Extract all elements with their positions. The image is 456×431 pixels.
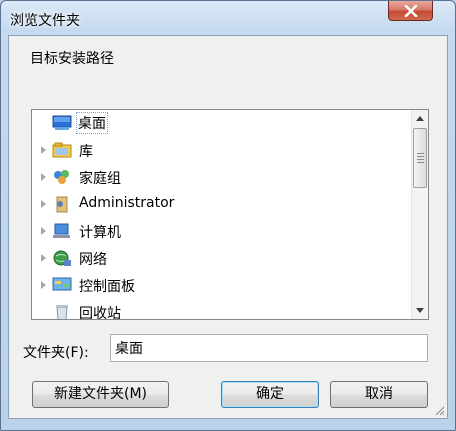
- tree-item-label: 桌面: [76, 112, 108, 134]
- resize-grip-icon[interactable]: [433, 404, 445, 416]
- control-panel-icon: [52, 276, 72, 294]
- expand-arrow-icon[interactable]: [41, 281, 46, 289]
- tree-item-libraries[interactable]: 库: [32, 137, 408, 164]
- tree-item-computer[interactable]: 计算机: [32, 218, 408, 245]
- expand-arrow-icon[interactable]: [41, 254, 46, 262]
- tree-item-label: 家庭组: [79, 171, 121, 187]
- desktop-icon: [52, 114, 72, 132]
- grip-line: [417, 159, 424, 160]
- tree-item-desktop[interactable]: 桌面: [32, 110, 408, 137]
- tree-item-label: 控制面板: [79, 279, 135, 295]
- browse-folder-dialog: 浏览文件夹 目标安装路径 桌面 库 家庭组 Administrator 计算机 …: [0, 0, 456, 431]
- computer-icon: [52, 222, 72, 240]
- folder-input[interactable]: 桌面: [110, 334, 428, 362]
- folder-tree[interactable]: 桌面 库 家庭组 Administrator 计算机 网络 控制面板 回收站: [31, 109, 429, 320]
- scroll-down-icon[interactable]: [416, 308, 424, 313]
- tree-item-recycle-bin[interactable]: 回收站: [32, 299, 408, 320]
- user-folder-icon: [52, 195, 72, 213]
- expand-arrow-icon[interactable]: [41, 146, 46, 154]
- recycle-bin-icon: [52, 303, 72, 319]
- scrollbar-thumb[interactable]: [413, 128, 427, 188]
- scroll-up-icon[interactable]: [416, 116, 424, 121]
- tree-item-homegroup[interactable]: 家庭组: [32, 164, 408, 191]
- tree-item-label: 网络: [79, 252, 107, 268]
- grip-line: [417, 153, 424, 154]
- grip-line: [417, 156, 424, 157]
- vertical-scrollbar[interactable]: [411, 110, 428, 319]
- close-button[interactable]: [388, 1, 433, 21]
- network-icon: [52, 249, 72, 267]
- cancel-button[interactable]: 取消: [330, 381, 428, 408]
- homegroup-icon: [52, 168, 72, 186]
- title-bar[interactable]: 浏览文件夹: [1, 1, 455, 35]
- tree-item-label: Administrator: [79, 195, 175, 211]
- ok-button[interactable]: 确定: [221, 381, 319, 408]
- expand-arrow-icon[interactable]: [41, 227, 46, 235]
- tree-item-network[interactable]: 网络: [32, 245, 408, 272]
- folder-label: 文件夹(F):: [23, 345, 89, 361]
- tree-item-administrator[interactable]: Administrator: [32, 191, 408, 218]
- expand-arrow-icon[interactable]: [41, 200, 46, 208]
- instruction-text: 目标安装路径: [30, 51, 114, 67]
- grip-line: [417, 162, 424, 163]
- libraries-icon: [52, 141, 72, 159]
- new-folder-button[interactable]: 新建文件夹(M): [32, 381, 169, 408]
- tree-item-control-panel[interactable]: 控制面板: [32, 272, 408, 299]
- tree-item-label: 库: [79, 144, 93, 160]
- dialog-body: 目标安装路径 桌面 库 家庭组 Administrator 计算机 网络 控制面…: [8, 35, 448, 419]
- expand-arrow-icon[interactable]: [41, 173, 46, 181]
- close-icon: [404, 5, 418, 17]
- tree-item-label: 计算机: [79, 225, 121, 241]
- window-title: 浏览文件夹: [10, 13, 80, 29]
- tree-item-label: 回收站: [79, 306, 121, 320]
